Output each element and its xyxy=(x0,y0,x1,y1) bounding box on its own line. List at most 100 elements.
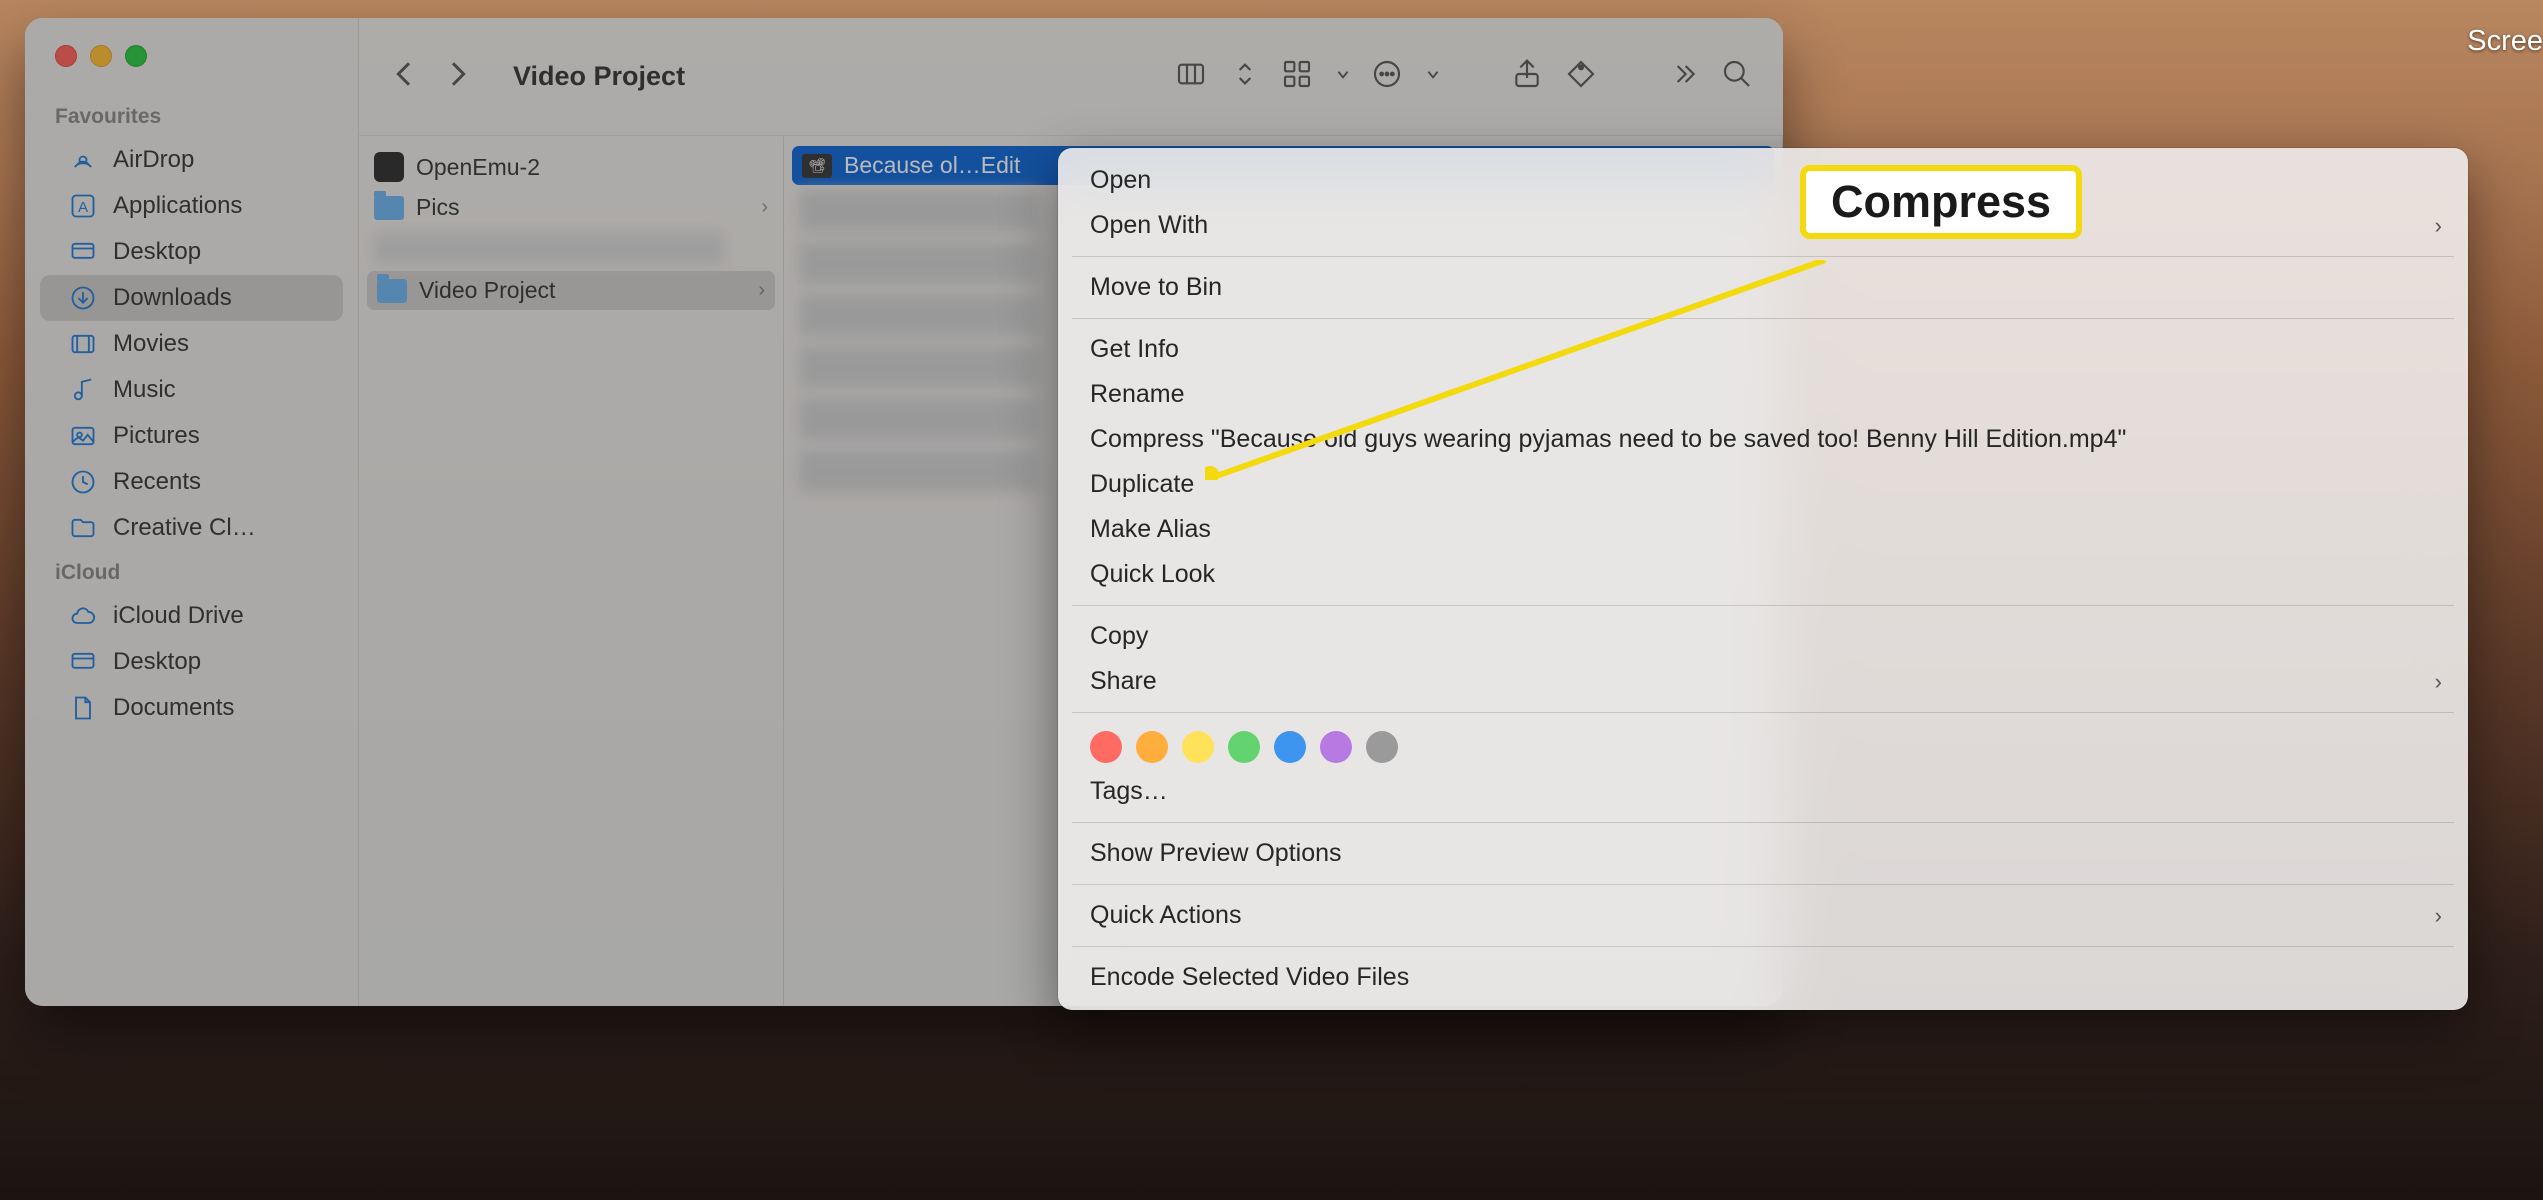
group-button[interactable] xyxy=(1281,58,1313,95)
sidebar-item-music[interactable]: Music xyxy=(40,367,343,413)
sidebar-item-documents[interactable]: Documents xyxy=(40,685,343,731)
sidebar-item-label: Downloads xyxy=(113,284,232,312)
list-item-label: OpenEmu-2 xyxy=(416,154,540,181)
music-icon xyxy=(68,375,98,405)
menu-separator xyxy=(1072,318,2454,319)
desktop-icon xyxy=(68,647,98,677)
sidebar-item-creative-cl-[interactable]: Creative Cl… xyxy=(40,505,343,551)
back-button[interactable] xyxy=(389,58,421,95)
menu-separator xyxy=(1072,256,2454,257)
zoom-window-button[interactable] xyxy=(125,45,147,67)
sidebar-section-header: Favourites xyxy=(25,95,358,137)
downloads-icon xyxy=(68,283,98,313)
list-item[interactable]: Video Project › xyxy=(367,271,775,310)
sidebar-item-label: Movies xyxy=(113,330,189,358)
list-item[interactable]: Pics › xyxy=(359,188,783,227)
menu-item-move[interactable]: Move to Bin xyxy=(1058,265,2468,310)
column-1: OpenEmu-2 Pics › Video Project › xyxy=(359,136,784,1006)
submenu-caret-icon: › xyxy=(2435,903,2442,929)
sidebar-item-desktop[interactable]: Desktop xyxy=(40,229,343,275)
menu-separator xyxy=(1072,946,2454,947)
sidebar-item-label: Music xyxy=(113,376,176,404)
group-chevron-icon[interactable] xyxy=(1335,66,1351,87)
sidebar-item-icloud-drive[interactable]: iCloud Drive xyxy=(40,593,343,639)
view-sort-icon[interactable] xyxy=(1229,58,1261,95)
tag-color-row xyxy=(1058,721,2468,769)
tag-color-swatch[interactable] xyxy=(1228,731,1260,763)
recents-icon xyxy=(68,467,98,497)
sidebar-item-pictures[interactable]: Pictures xyxy=(40,413,343,459)
pictures-icon xyxy=(68,421,98,451)
tag-color-swatch[interactable] xyxy=(1182,731,1214,763)
submenu-caret-icon: › xyxy=(2435,669,2442,695)
menu-item-quick[interactable]: Quick Look xyxy=(1058,552,2468,597)
airdrop-icon xyxy=(68,145,98,175)
menu-item-open[interactable]: Open With› xyxy=(1058,203,2468,248)
disclosure-caret-icon: › xyxy=(758,279,765,302)
menu-item-share[interactable]: Share› xyxy=(1058,659,2468,704)
sidebar-item-airdrop[interactable]: AirDrop xyxy=(40,137,343,183)
list-item[interactable]: OpenEmu-2 xyxy=(359,146,783,188)
menu-item-compress[interactable]: Compress "Because old guys wearing pyjam… xyxy=(1058,417,2468,462)
menu-separator xyxy=(1072,822,2454,823)
close-window-button[interactable] xyxy=(55,45,77,67)
callout-annotation: Compress xyxy=(1800,165,2082,239)
sidebar-item-movies[interactable]: Movies xyxy=(40,321,343,367)
menu-item-duplicate[interactable]: Duplicate xyxy=(1058,462,2468,507)
sidebar-item-recents[interactable]: Recents xyxy=(40,459,343,505)
view-columns-button[interactable] xyxy=(1175,58,1207,95)
app-icon xyxy=(374,152,404,182)
tag-color-swatch[interactable] xyxy=(1366,731,1398,763)
tag-color-swatch[interactable] xyxy=(1320,731,1352,763)
menu-item-rename[interactable]: Rename xyxy=(1058,372,2468,417)
sidebar-item-desktop[interactable]: Desktop xyxy=(40,639,343,685)
menu-item-copy[interactable]: Copy xyxy=(1058,614,2468,659)
sidebar-item-downloads[interactable]: Downloads xyxy=(40,275,343,321)
tag-color-swatch[interactable] xyxy=(1274,731,1306,763)
folder-icon xyxy=(374,196,404,220)
sidebar-item-label: Documents xyxy=(113,694,234,722)
disclosure-caret-icon: › xyxy=(761,196,768,219)
tag-color-swatch[interactable] xyxy=(1090,731,1122,763)
menu-item-open[interactable]: Open xyxy=(1058,158,2468,203)
submenu-caret-icon: › xyxy=(2435,213,2442,239)
menu-item-quick[interactable]: Quick Actions› xyxy=(1058,893,2468,938)
svg-text:A: A xyxy=(78,199,89,216)
action-button[interactable] xyxy=(1371,58,1403,95)
menu-item-make[interactable]: Make Alias xyxy=(1058,507,2468,552)
cloud-icon xyxy=(68,601,98,631)
sidebar-item-label: Applications xyxy=(113,192,242,220)
list-item-label: Video Project xyxy=(419,277,555,304)
list-item-label: Pics xyxy=(416,194,459,221)
sidebar-section-header: iCloud xyxy=(25,551,358,593)
menu-item-tags[interactable]: Tags… xyxy=(1058,769,2468,814)
list-item-redacted[interactable] xyxy=(359,227,783,271)
document-icon xyxy=(68,693,98,723)
menu-item-get[interactable]: Get Info xyxy=(1058,327,2468,372)
callout-label: Compress xyxy=(1800,165,2082,239)
sidebar-item-label: Creative Cl… xyxy=(113,514,256,542)
search-button[interactable] xyxy=(1721,58,1753,95)
sidebar-item-label: Recents xyxy=(113,468,201,496)
sidebar-item-label: Pictures xyxy=(113,422,200,450)
desktop-file-label-partial: Scree xyxy=(2467,25,2543,58)
menu-separator xyxy=(1072,712,2454,713)
minimize-window-button[interactable] xyxy=(90,45,112,67)
menu-item-show[interactable]: Show Preview Options xyxy=(1058,831,2468,876)
action-chevron-icon[interactable] xyxy=(1425,66,1441,87)
folder-icon xyxy=(68,513,98,543)
finder-toolbar: Video Project xyxy=(359,18,1783,136)
tags-button[interactable] xyxy=(1565,58,1597,95)
share-button[interactable] xyxy=(1511,58,1543,95)
sidebar-item-applications[interactable]: A Applications xyxy=(40,183,343,229)
forward-button[interactable] xyxy=(441,58,473,95)
more-button[interactable] xyxy=(1667,58,1699,95)
sidebar-item-label: Desktop xyxy=(113,238,201,266)
menu-separator xyxy=(1072,605,2454,606)
tag-color-swatch[interactable] xyxy=(1136,731,1168,763)
video-file-icon: 📽 xyxy=(802,154,832,178)
window-title: Video Project xyxy=(513,61,685,92)
context-menu: OpenOpen With›Move to BinGet InfoRenameC… xyxy=(1058,148,2468,1010)
menu-item-encode[interactable]: Encode Selected Video Files xyxy=(1058,955,2468,1000)
apps-icon: A xyxy=(68,191,98,221)
